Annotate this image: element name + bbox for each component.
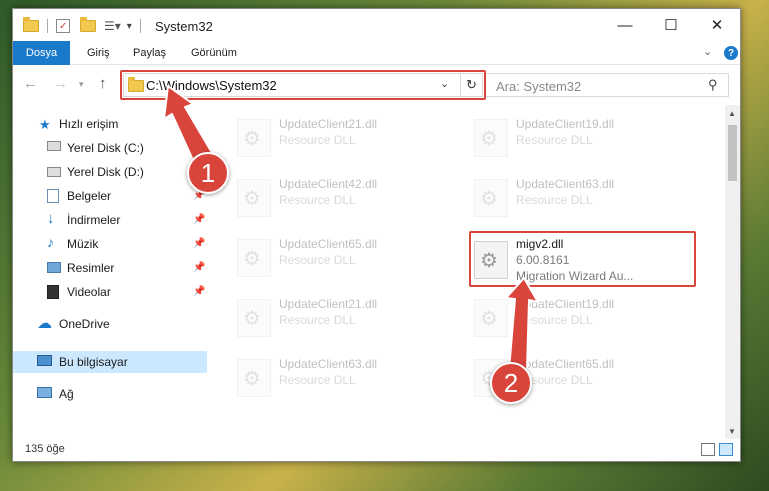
callout-step-1: 1: [187, 152, 229, 194]
arrow-2: [505, 277, 539, 371]
callout-step-2: 2: [490, 362, 532, 404]
annotation-arrows: [163, 85, 539, 371]
